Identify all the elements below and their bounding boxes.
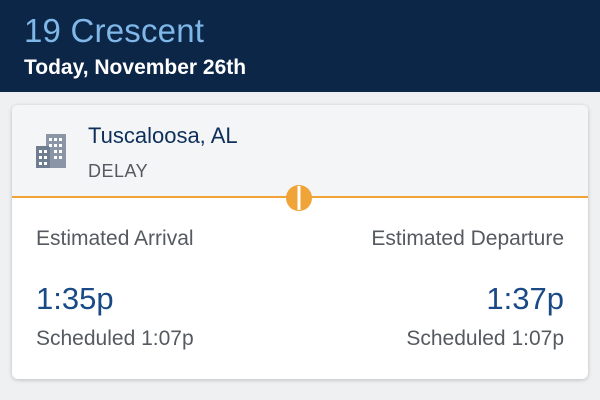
station-name: Tuscaloosa, AL (88, 123, 238, 148)
estimated-arrival-label: Estimated Arrival (36, 227, 194, 250)
stop-card[interactable]: Tuscaloosa, AL DELAY Estimated Arrival E… (12, 105, 588, 379)
estimated-arrival-time: 1:35p (36, 281, 114, 316)
app-header: 19 Crescent Today, November 26th (0, 0, 600, 92)
scheduled-arrival: Scheduled 1:07p (36, 327, 194, 350)
train-status-screen: 19 Crescent Today, November 26th Tuscalo… (0, 0, 600, 400)
estimated-departure-label: Estimated Departure (371, 227, 564, 250)
estimated-departure-time: 1:37p (486, 281, 564, 316)
train-title: 19 Crescent (24, 12, 205, 49)
scheduled-departure: Scheduled 1:07p (406, 327, 564, 350)
status-badge: DELAY (88, 161, 149, 181)
travel-date: Today, November 26th (24, 56, 247, 79)
building-icon (36, 134, 66, 168)
stop-marker-icon (286, 185, 312, 211)
